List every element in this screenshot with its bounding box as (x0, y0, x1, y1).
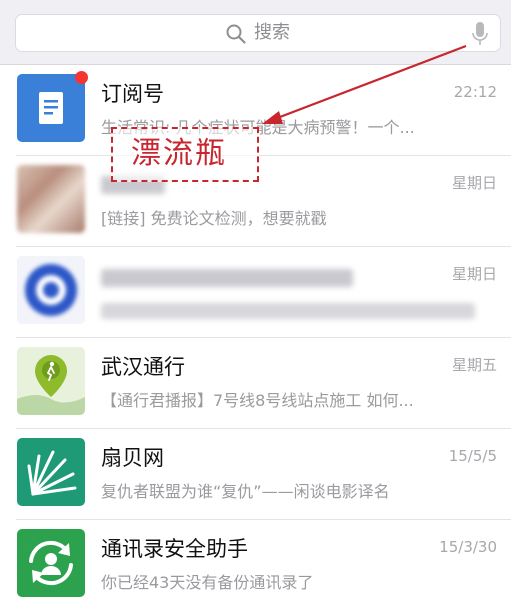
chat-time: 15/3/30 (439, 538, 497, 556)
unread-dot (75, 71, 88, 84)
chat-time: 星期日 (451, 174, 497, 192)
map-pin-walker-icon (17, 355, 85, 415)
chat-preview: 【通行君播报】7号线8号线站点施工 如何... (101, 391, 414, 410)
chat-preview: 复仇者联盟为谁“复仇”——闲谈电影译名 (101, 482, 390, 501)
avatar (17, 529, 85, 597)
search-placeholder: 搜索 (254, 22, 290, 43)
chat-time: 星期日 (451, 265, 497, 283)
microphone-icon[interactable] (471, 21, 489, 47)
chat-preview: 你已经43天没有备份通讯录了 (101, 573, 314, 592)
avatar (17, 74, 85, 142)
shanbay-shell-icon (27, 450, 77, 496)
avatar (17, 438, 85, 506)
search-bar-area: 搜索 (0, 0, 511, 65)
annotation-box: 漂流瓶 (111, 127, 259, 182)
blurred-title (101, 269, 353, 287)
chat-title: 通讯录安全助手 (101, 537, 248, 561)
chat-time: 星期五 (451, 356, 497, 374)
blurred-logo-avatar (17, 256, 85, 324)
chat-row-shanbay[interactable]: 扇贝网 15/5/5 复仇者联盟为谁“复仇”——闲谈电影译名 (0, 429, 511, 520)
chat-title: 扇贝网 (101, 446, 164, 470)
blurred-preview (101, 303, 475, 319)
chat-row-contacts-backup[interactable]: 通讯录安全助手 15/3/30 你已经43天没有备份通讯录了 (0, 520, 511, 611)
annotation-label: 漂流瓶 (131, 136, 227, 171)
blurred-photo-avatar (17, 165, 85, 233)
chat-title: 武汉通行 (101, 355, 185, 379)
avatar (17, 347, 85, 415)
search-icon (226, 24, 246, 44)
chat-time: 15/5/5 (448, 447, 497, 465)
chat-row-wuhan-transit[interactable]: 武汉通行 星期五 【通行君播报】7号线8号线站点施工 如何... (0, 338, 511, 429)
chat-title: 订阅号 (101, 82, 164, 106)
chat-preview: [链接] 免费论文检测，想要就戳 (101, 209, 327, 228)
contact-sync-icon (29, 540, 73, 586)
subscription-doc-icon (39, 92, 63, 124)
chat-row-blurred-account[interactable]: 星期日 (0, 247, 511, 338)
search-input[interactable]: 搜索 (15, 14, 501, 52)
chat-time: 22:12 (453, 83, 497, 101)
